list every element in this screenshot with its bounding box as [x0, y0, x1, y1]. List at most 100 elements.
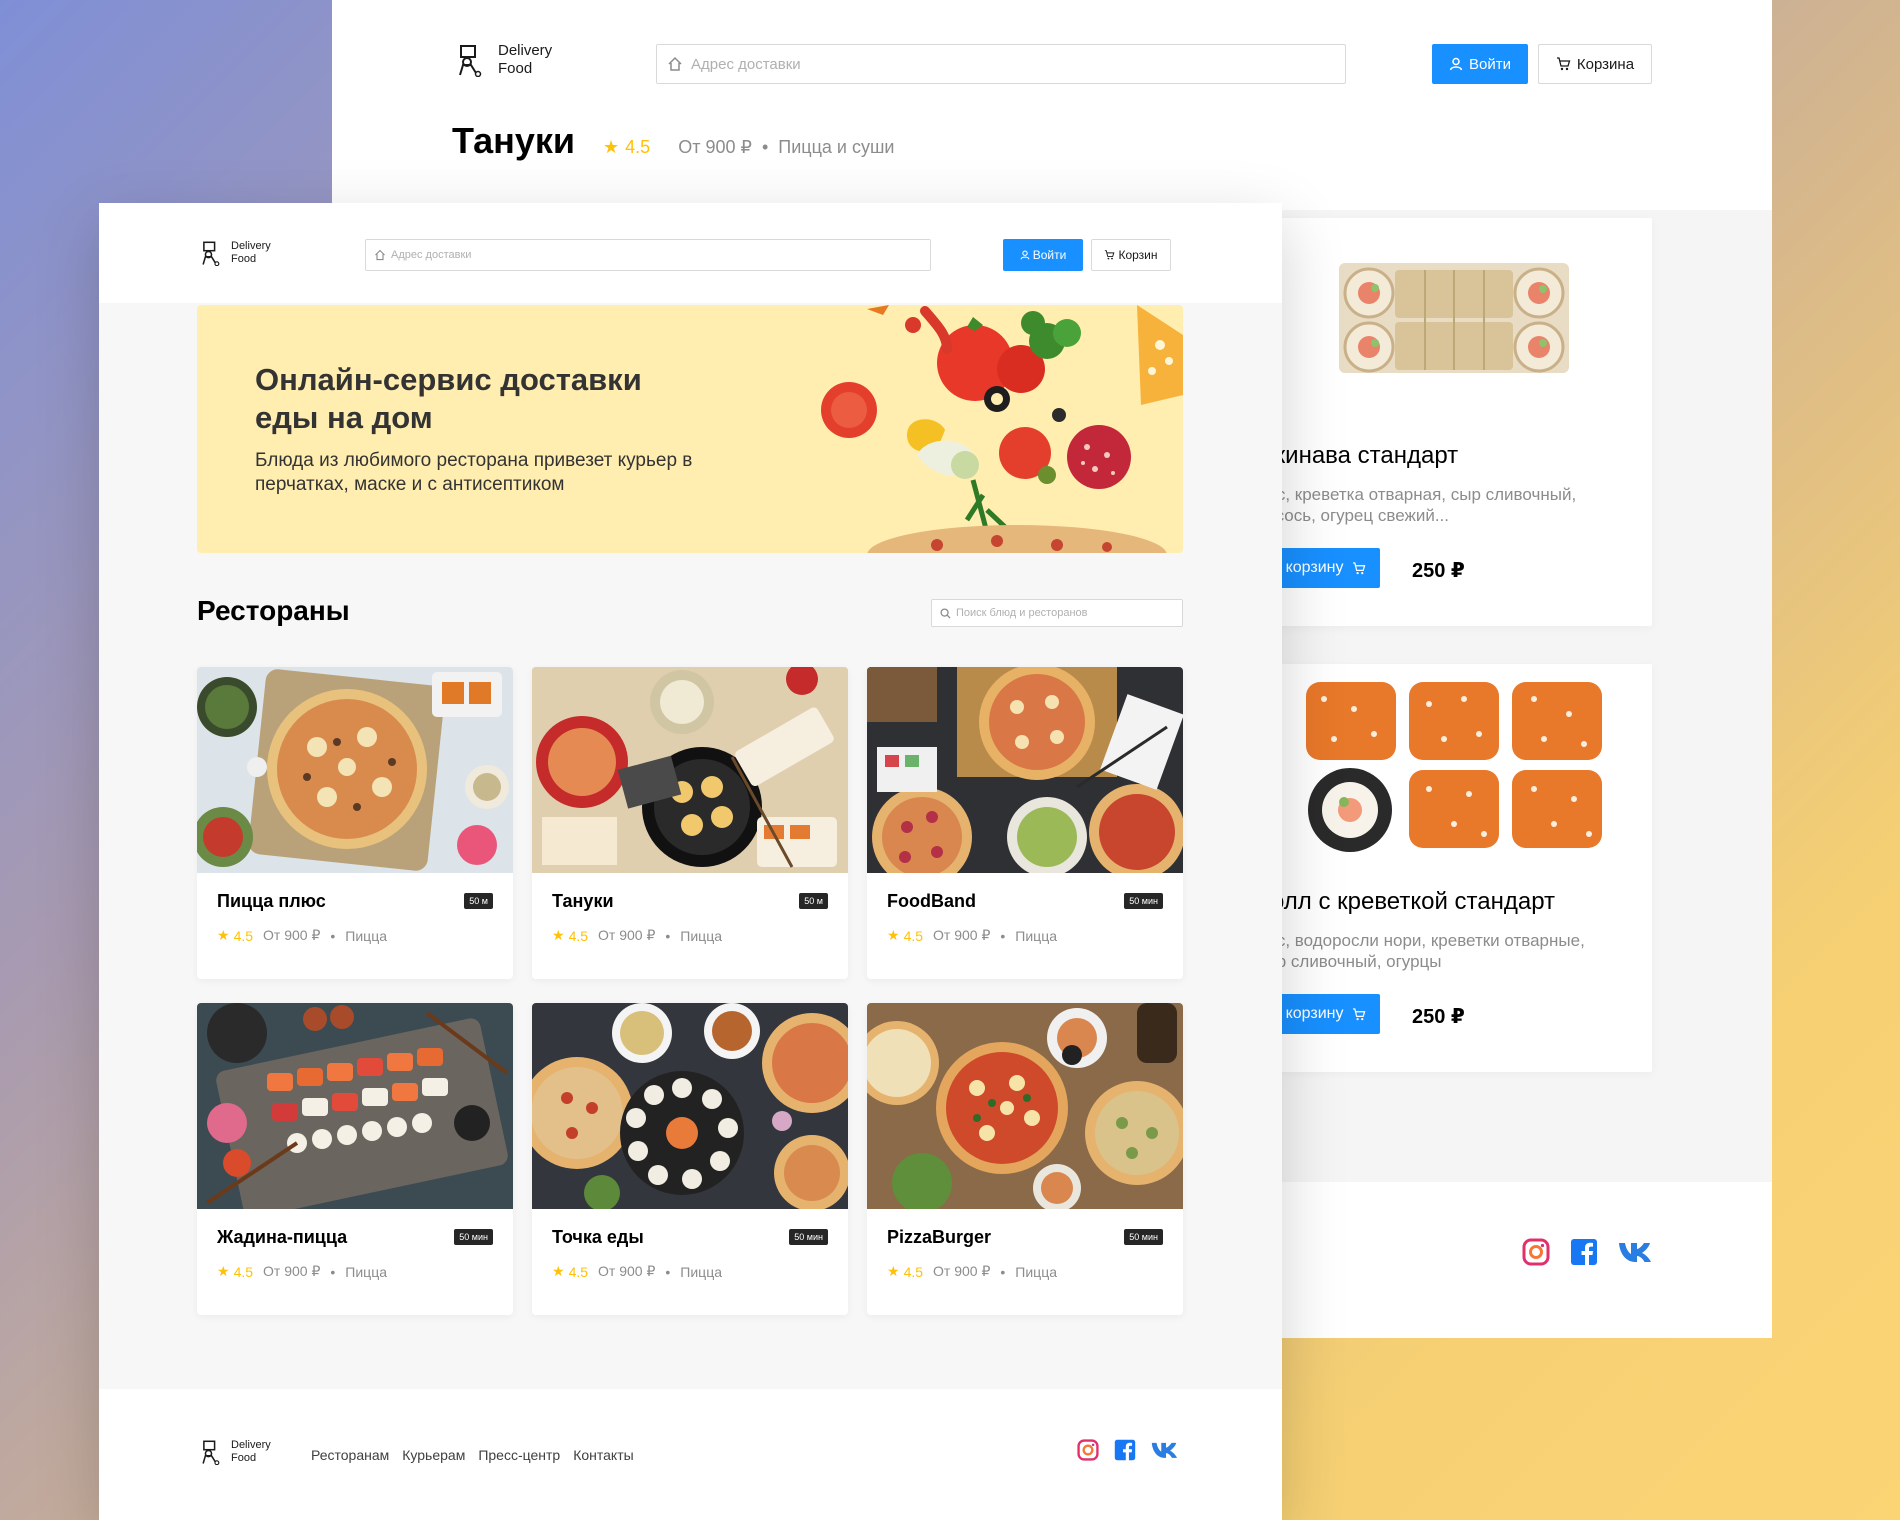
restaurant-title: Тануки: [452, 120, 576, 161]
restaurant-name: Пицца плюс: [217, 891, 326, 911]
restaurant-rating: ★ 4.5: [552, 927, 589, 944]
main-header: Delivery Food Адрес доставки Войти Корзи…: [99, 203, 1282, 303]
login-button[interactable]: Войти: [1432, 44, 1528, 84]
footer-link-restaurants[interactable]: Ресторанам: [311, 1447, 389, 1463]
logo-text: Delivery Food: [498, 42, 553, 77]
vk-icon[interactable]: [1618, 1240, 1656, 1264]
delivery-time-badge: 50 мин: [1124, 1229, 1163, 1245]
star-icon: ★: [887, 927, 900, 943]
restaurant-image: [197, 667, 513, 873]
restaurant-search-input[interactable]: Поиск блюд и ресторанов: [931, 599, 1183, 627]
restaurant-image: [197, 1003, 513, 1209]
delivery-time-badge: 50 мин: [1124, 893, 1163, 909]
star-icon: ★: [217, 1263, 230, 1279]
restaurant-heading: Тануки ★ 4.5 От 900 ₽ • Пицца и суши: [452, 120, 894, 162]
instagram-icon[interactable]: [1077, 1439, 1099, 1461]
promo-text: Блюда из любимого ресторана привезет кур…: [255, 450, 693, 495]
restaurant-page-header: Delivery Food Адрес доставки Войти Корзи…: [332, 0, 1772, 210]
cart-icon: [1352, 561, 1365, 574]
restaurant-rating: ★ 4.5: [887, 1263, 924, 1280]
restaurant-meta: ★ 4.5 От 900 ₽ • Пицца: [552, 927, 723, 944]
restaurant-meta: ★ 4.5 От 900 ₽ • Пицца: [887, 1263, 1058, 1280]
star-icon: ★: [887, 1263, 900, 1279]
user-icon: [1449, 57, 1463, 71]
dish-image: [1256, 664, 1652, 864]
address-placeholder: Адрес доставки: [391, 249, 472, 261]
cart-icon: [1105, 250, 1115, 260]
logo-text: Delivery Food: [231, 240, 271, 265]
cart-button[interactable]: Корзин: [1091, 239, 1171, 271]
dish-card: Окинава стандарт Рис, креветка отварная,…: [1256, 218, 1652, 626]
cart-icon: [1556, 57, 1571, 71]
logo-icon: [202, 1440, 220, 1465]
login-button[interactable]: Войти: [1003, 239, 1083, 271]
logo-text: Delivery Food: [231, 1439, 271, 1464]
restaurant-rating: ★ 4.5: [217, 1263, 254, 1280]
footer-link-press[interactable]: Пресс-центр: [478, 1447, 560, 1463]
vk-icon[interactable]: [1151, 1440, 1181, 1460]
dish-name: Ролл с креветкой стандарт: [1256, 888, 1556, 915]
restaurant-card[interactable]: Жадина-пицца 50 мин ★ 4.5 От 900 ₽ • Пицц…: [197, 1003, 513, 1315]
cart-icon: [1352, 1007, 1365, 1020]
logo-icon: [459, 45, 482, 77]
home-icon: [668, 56, 682, 71]
facebook-icon[interactable]: [1114, 1439, 1136, 1461]
restaurant-name: Жадина-пицца: [217, 1227, 348, 1247]
restaurants-heading: Рестораны: [197, 595, 350, 626]
social-links: [1077, 1439, 1181, 1461]
dish-description: Рис, креветка отварная, сыр сливочный, л…: [1256, 485, 1577, 525]
restaurant-card[interactable]: Тануки 50 м ★ 4.5 От 900 ₽ • Пицца: [532, 667, 848, 979]
delivery-time-badge: 50 м: [464, 893, 493, 909]
logo[interactable]: Delivery Food: [197, 240, 271, 266]
restaurant-meta: ★ 4.5 От 900 ₽ • Пицца: [887, 927, 1058, 944]
home-icon: [375, 249, 385, 261]
restaurant-rating: ★ 4.5: [552, 1263, 589, 1280]
dish-price: 250 ₽: [1412, 560, 1465, 582]
dish-description: Рис, водоросли нори, креветки отварные, …: [1256, 931, 1585, 971]
restaurant-image: [532, 667, 848, 873]
restaurant-image: [867, 667, 1183, 873]
delivery-time-badge: 50 мин: [789, 1229, 828, 1245]
dish-image: [1256, 218, 1652, 418]
restaurant-card[interactable]: Пицца плюс 50 м ★ 4.5 От 900 ₽ • Пицца: [197, 667, 513, 979]
restaurant-image: [867, 1003, 1183, 1209]
restaurant-name: Точка еды: [552, 1227, 644, 1247]
facebook-icon[interactable]: [1570, 1238, 1598, 1266]
dish-card: Ролл с креветкой стандарт Рис, водоросли…: [1256, 664, 1652, 1072]
social-links: [1522, 1238, 1656, 1266]
promo-banner: Онлайн-сервис доставки еды на дом Блюда …: [197, 305, 1183, 553]
delivery-time-badge: 50 м: [799, 893, 828, 909]
restaurant-name: PizzaBurger: [887, 1227, 992, 1247]
restaurant-meta: ★ 4.5 От 900 ₽ • Пицца: [217, 1263, 388, 1280]
dish-name: Окинава стандарт: [1256, 442, 1459, 469]
main-page: Delivery Food Адрес доставки Войти Корзи…: [99, 203, 1282, 1520]
restaurant-name: FoodBand: [887, 891, 976, 911]
star-icon: ★: [217, 927, 230, 943]
address-input[interactable]: Адрес доставки: [656, 44, 1346, 84]
restaurant-rating: ★ 4.5: [887, 927, 924, 944]
promo-title: Онлайн-сервис доставки еды на дом: [255, 362, 642, 435]
restaurant-name: Тануки: [552, 891, 614, 911]
cart-button[interactable]: Корзина: [1538, 44, 1652, 84]
address-placeholder: Адрес доставки: [691, 55, 801, 73]
logo[interactable]: Delivery Food: [452, 42, 552, 78]
footer-logo[interactable]: Delivery Food: [197, 1439, 271, 1465]
star-icon: ★: [603, 137, 620, 157]
logo-icon: [202, 241, 220, 266]
star-icon: ★: [552, 927, 565, 943]
restaurant-meta: От 900 ₽ • Пицца и суши: [678, 137, 895, 157]
restaurant-rating: ★ 4.5: [603, 137, 651, 157]
restaurant-card[interactable]: FoodBand 50 мин ★ 4.5 От 900 ₽ • Пицца: [867, 667, 1183, 979]
instagram-icon[interactable]: [1522, 1238, 1550, 1266]
user-icon: [1020, 250, 1030, 260]
food-illustration: [821, 305, 1183, 553]
footer-nav: Ресторанам Курьерам Пресс-центр Контакты: [311, 1447, 634, 1463]
restaurant-image: [532, 1003, 848, 1209]
footer-link-couriers[interactable]: Курьерам: [402, 1447, 465, 1463]
address-input[interactable]: Адрес доставки: [365, 239, 931, 271]
star-icon: ★: [552, 1263, 565, 1279]
restaurant-card[interactable]: PizzaBurger 50 мин ★ 4.5 От 900 ₽ • Пицца: [867, 1003, 1183, 1315]
restaurant-card[interactable]: Точка еды 50 мин ★ 4.5 От 900 ₽ • Пицца: [532, 1003, 848, 1315]
footer-link-contacts[interactable]: Контакты: [573, 1447, 633, 1463]
main-footer: Delivery Food Ресторанам Курьерам Пресс-…: [99, 1389, 1282, 1520]
